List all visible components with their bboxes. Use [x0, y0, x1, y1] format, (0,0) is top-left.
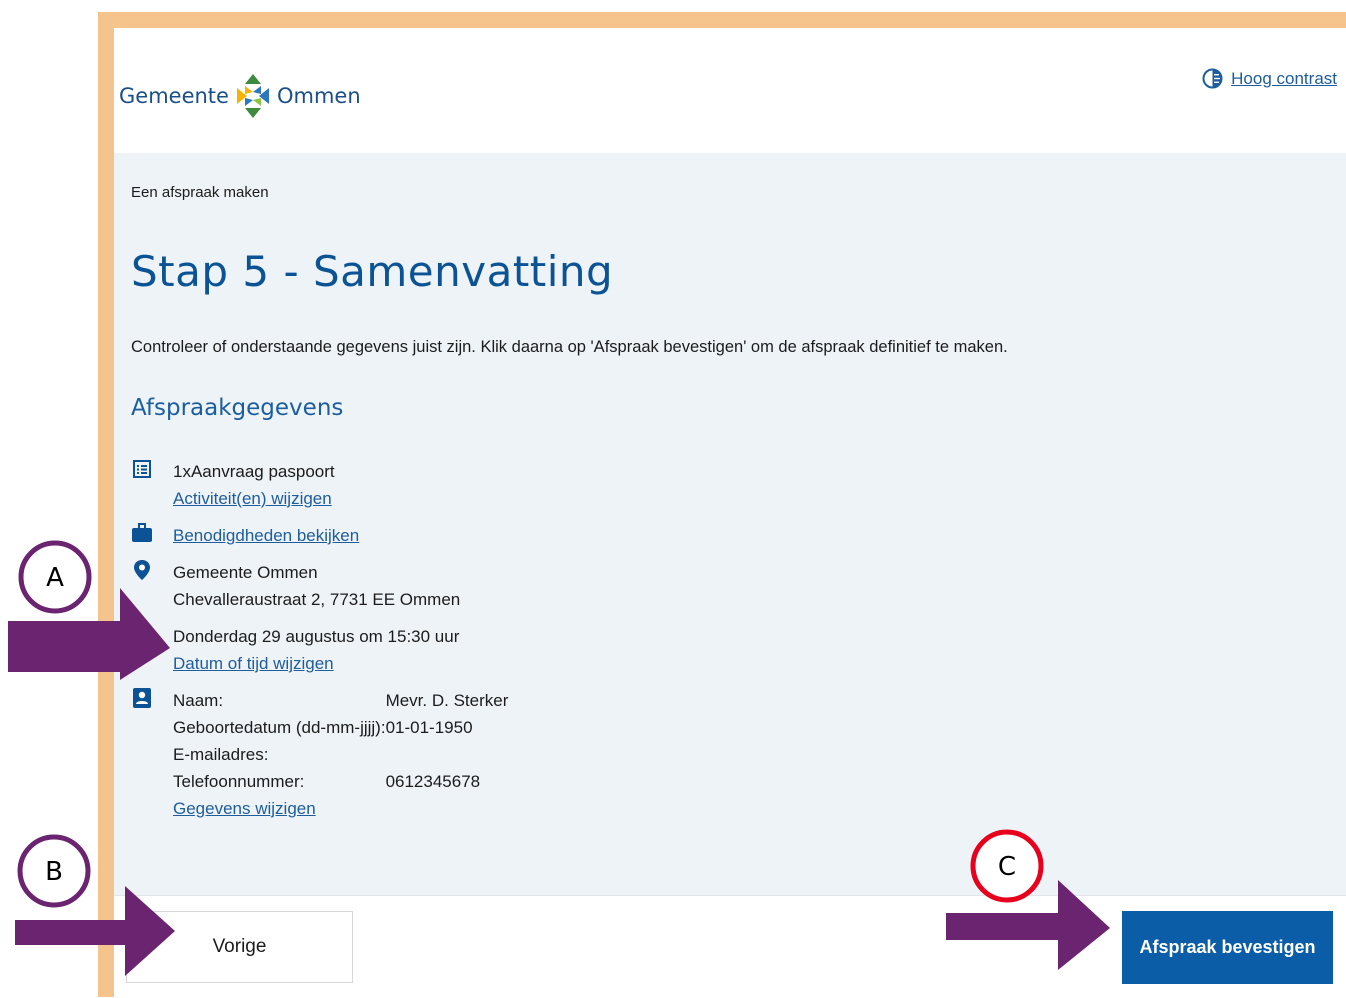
email-value	[386, 741, 509, 768]
logo-mark-icon	[236, 74, 269, 118]
personal-details-table: Naam: Mevr. D. Sterker Geboortedatum (dd…	[173, 687, 508, 795]
change-activities-link[interactable]: Activiteit(en) wijzigen	[173, 485, 335, 512]
municipality-logo[interactable]: Gemeente Ommen	[119, 72, 361, 120]
table-row: Naam: Mevr. D. Sterker	[173, 687, 508, 714]
annotation-b-label: B	[45, 857, 63, 887]
footer-bar: Vorige Afspraak bevestigen	[114, 895, 1346, 998]
intro-text: Controleer of onderstaande gegevens juis…	[131, 338, 1008, 356]
logo-text-right: Ommen	[276, 84, 361, 108]
name-value: Mevr. D. Sterker	[385, 691, 509, 710]
contact-card-icon	[133, 688, 151, 708]
location-address: Chevalleraustraat 2, 7731 EE Ommen	[173, 590, 461, 609]
high-contrast-toggle[interactable]: Hoog contrast	[1202, 68, 1337, 89]
annotation-a-label: A	[46, 563, 64, 593]
birthdate-label: Geboortedatum (dd-mm-jjjj):	[173, 718, 386, 737]
annotation-a-circle	[18, 540, 92, 614]
name-label: Naam:	[173, 691, 224, 710]
confirm-appointment-button[interactable]: Afspraak bevestigen	[1122, 911, 1333, 984]
change-datetime-link[interactable]: Datum of tijd wijzigen	[173, 650, 459, 677]
table-row: Geboortedatum (dd-mm-jjjj): 01-01-1950	[173, 714, 508, 741]
contrast-icon	[1202, 68, 1223, 89]
high-contrast-link[interactable]: Hoog contrast	[1231, 69, 1337, 89]
phone-label: Telefoonnummer:	[173, 772, 305, 791]
location-pin-icon	[134, 560, 150, 580]
email-label: E-mailadres:	[173, 745, 269, 764]
briefcase-icon	[132, 523, 152, 542]
page-frame: Gemeente Ommen Hoog contrast Een afspraa…	[98, 12, 1346, 998]
previous-button[interactable]: Vorige	[126, 911, 353, 983]
calendar-icon	[133, 624, 151, 644]
list-icon	[133, 460, 151, 478]
page-title: Stap 5 - Samenvatting	[131, 247, 614, 296]
logo-text-left: Gemeente	[119, 84, 229, 108]
site-header: Gemeente Ommen Hoog contrast	[114, 28, 1346, 153]
phone-value: 0612345678	[385, 772, 481, 791]
table-row: Telefoonnummer: 0612345678	[173, 768, 508, 795]
table-row: E-mailadres:	[173, 741, 508, 768]
annotation-b-circle	[17, 834, 91, 908]
location-name: Gemeente Ommen	[173, 563, 318, 582]
section-title-appointment-details: Afspraakgegevens	[131, 395, 344, 421]
change-details-link[interactable]: Gegevens wijzigen	[173, 795, 508, 822]
activity-text: 1xAanvraag paspoort	[173, 462, 335, 481]
appointment-datetime: Donderdag 29 augustus om 15:30 uur	[173, 627, 460, 646]
birthdate-value: 01-01-1950	[385, 718, 473, 737]
breadcrumb: Een afspraak maken	[131, 184, 269, 201]
view-requirements-link[interactable]: Benodigdheden bekijken	[173, 522, 359, 549]
